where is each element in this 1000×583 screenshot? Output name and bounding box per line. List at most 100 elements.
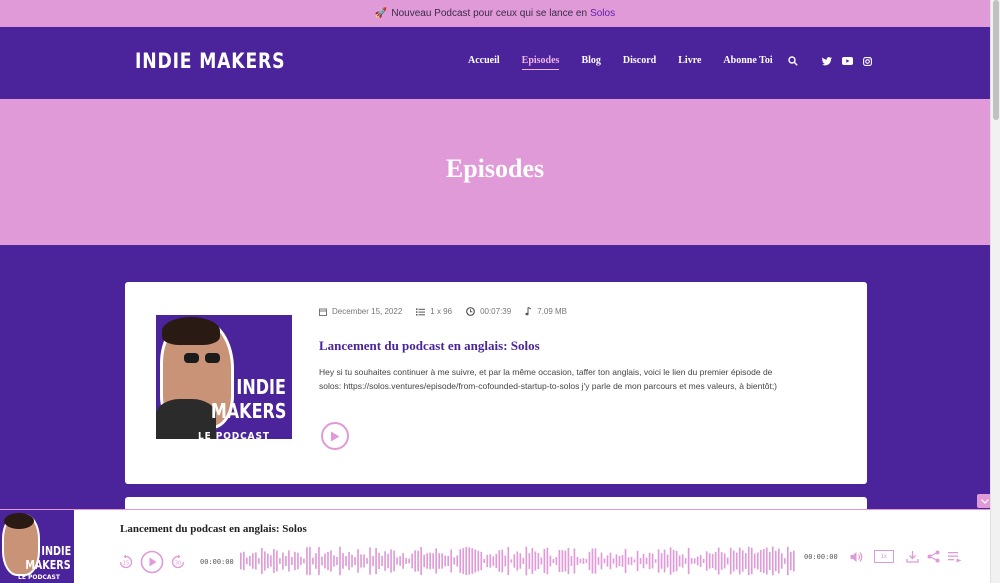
time-total: 00:00:00 <box>804 552 838 561</box>
waveform-bar <box>378 552 380 570</box>
waveform-bar <box>261 547 263 575</box>
waveform-bar <box>786 546 789 576</box>
waveform-bar <box>477 550 480 572</box>
speed-button[interactable]: 1x <box>873 550 894 563</box>
youtube-icon[interactable] <box>841 55 853 67</box>
waveform-bar <box>357 549 359 573</box>
waveform-bar <box>276 550 278 572</box>
waveform-bar <box>309 546 311 576</box>
waveform-bar <box>246 557 248 565</box>
waveform-bar <box>525 546 528 576</box>
site-logo[interactable]: INDIE MAKERS <box>135 49 285 73</box>
cover-text-indie: INDIE <box>236 375 286 399</box>
waveform-bar <box>606 555 609 567</box>
search-icon[interactable] <box>787 55 799 67</box>
waveform-bar <box>771 546 774 576</box>
nav-item-episodes[interactable]: Episodes <box>521 55 560 70</box>
waveform-bar <box>615 554 618 568</box>
waveform-bar <box>255 552 257 570</box>
share-button[interactable] <box>927 550 940 563</box>
player-cover-text-indie: INDIE <box>41 544 71 558</box>
waveform-bar <box>408 558 410 564</box>
volume-button[interactable] <box>850 551 864 563</box>
waveform-bar <box>306 547 308 575</box>
playlist-button[interactable] <box>947 551 962 563</box>
nav-item-livre[interactable]: Livre <box>678 55 701 70</box>
waveform-bar <box>531 548 534 574</box>
player-cover-text-podcast: LE PODCAST <box>18 574 60 581</box>
waveform-bar <box>303 558 305 564</box>
instagram-icon[interactable] <box>861 55 873 67</box>
twitter-icon[interactable] <box>821 55 833 67</box>
waveform-bar <box>612 558 615 564</box>
waveform-bar <box>633 559 636 563</box>
rewind-button[interactable]: 15 <box>118 554 134 570</box>
waveform-bar <box>756 552 759 570</box>
forward-button[interactable]: 30 <box>170 554 186 570</box>
waveform-bar <box>723 553 726 569</box>
waveform-bar <box>690 558 693 564</box>
waveform-bar <box>504 555 507 567</box>
waveform-bar <box>498 550 501 572</box>
nav-item-blog[interactable]: Blog <box>581 55 600 70</box>
audio-player: INDIE MAKERS LE PODCAST Lancement du pod… <box>0 509 990 583</box>
waveform-bar <box>432 553 434 569</box>
waveform-bar <box>729 547 732 575</box>
music-note-icon <box>525 307 532 316</box>
download-button[interactable] <box>906 550 919 563</box>
waveform-bar <box>645 557 648 565</box>
waveform-bar <box>414 550 416 572</box>
waveform-bar <box>768 551 771 571</box>
volume-icon <box>850 551 863 562</box>
waveform-bar <box>333 555 335 567</box>
waveform-bar <box>315 553 317 569</box>
waveform-bar <box>552 559 555 563</box>
waveform-bar <box>732 550 735 572</box>
waveform-bar <box>267 553 269 569</box>
forward-icon: 30 <box>171 554 185 569</box>
waveform-bar <box>258 558 260 564</box>
player-title: Lancement du podcast en anglais: Solos <box>120 523 307 535</box>
waveform-bar <box>705 551 708 571</box>
waveform-bar <box>342 553 344 569</box>
episode-play-button[interactable] <box>321 422 349 450</box>
episode-title[interactable]: Lancement du podcast en anglais: Solos <box>319 338 540 354</box>
scrollbar-thumb[interactable] <box>993 0 999 120</box>
waveform-bar <box>522 558 525 564</box>
waveform-bar <box>252 553 254 569</box>
waveform-bar <box>669 547 672 575</box>
announcement-text: Nouveau Podcast pour ceux qui se lance e… <box>391 8 588 19</box>
nav-item-abonne-toi[interactable]: Abonne Toi <box>723 55 772 70</box>
waveform-bar <box>273 549 275 573</box>
player-right-controls: 00:00:00 1x <box>804 550 962 563</box>
play-icon <box>140 550 164 574</box>
nav-item-accueil[interactable]: Accueil <box>468 55 500 70</box>
page-scrollbar[interactable] <box>990 0 1000 583</box>
waveform-bar <box>774 550 777 572</box>
waveform-seekbar[interactable] <box>240 546 796 576</box>
waveform-bar <box>540 557 543 565</box>
waveform-bar <box>468 547 471 575</box>
announcement-link[interactable]: Solos <box>590 8 615 19</box>
waveform-bar <box>660 553 663 569</box>
waveform-bar <box>420 547 422 575</box>
waveform-bar <box>546 547 549 575</box>
waveform-bar <box>366 558 368 564</box>
waveform-bar <box>699 555 702 567</box>
waveform-bar <box>438 553 441 569</box>
waveform-bar <box>636 551 639 572</box>
waveform-bar <box>270 555 272 567</box>
waveform-bar <box>534 551 537 571</box>
waveform-bar <box>726 557 729 565</box>
waveform-bar <box>564 550 567 572</box>
waveform-bar <box>579 558 582 564</box>
player-play-button[interactable] <box>140 550 164 574</box>
waveform-bar <box>426 553 428 569</box>
waveform-bar <box>537 552 540 570</box>
nav-item-discord[interactable]: Discord <box>623 55 656 70</box>
main-nav: Accueil Episodes Blog Discord Livre Abon… <box>468 55 795 70</box>
waveform-bar <box>588 552 591 570</box>
episode-description: Hey si tu souhaites continuer à me suivr… <box>319 367 778 391</box>
episode-meta: December 15, 2022 1 x 96 00:07:39 7.09 M… <box>319 307 581 316</box>
episode-cover-image[interactable]: INDIE MAKERS LE PODCAST <box>156 315 292 439</box>
